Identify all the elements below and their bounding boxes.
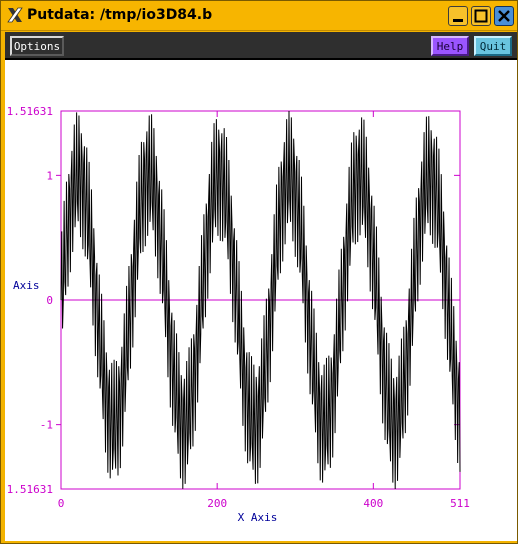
app-window: Putdata: /tmp/io3D84.b Options Help Quit <box>0 0 518 544</box>
title-bar[interactable]: Putdata: /tmp/io3D84.b <box>1 1 517 31</box>
x-tick-label-0: 0 <box>58 497 65 510</box>
close-button[interactable] <box>494 6 514 26</box>
x-tick-label-200: 200 <box>207 497 227 510</box>
close-icon <box>498 10 510 22</box>
x-tick-label-400: 400 <box>363 497 383 510</box>
y-tick-label-min: 1.51631 <box>7 483 53 496</box>
y-tick-label-neg1: -1 <box>40 419 53 432</box>
minimize-button[interactable] <box>448 6 468 26</box>
x-tick-label-511: 511 <box>450 497 470 510</box>
menu-bar: Options Help Quit <box>5 32 517 60</box>
y-tick-label-max: 1.51631 <box>7 105 53 118</box>
x11-icon <box>7 7 23 23</box>
plot-window-content: Options Help Quit 1.51631 1 0 -1 1.51631… <box>5 32 517 541</box>
options-button[interactable]: Options <box>10 36 64 56</box>
minimize-icon <box>453 19 463 22</box>
x-axis-title: X Axis <box>238 511 278 524</box>
y-axis-title: Axis <box>13 279 40 292</box>
quit-button[interactable]: Quit <box>474 36 512 56</box>
help-button[interactable]: Help <box>431 36 469 56</box>
y-tick-label-1: 1 <box>46 169 53 182</box>
window-title: Putdata: /tmp/io3D84.b <box>27 7 213 23</box>
maximize-icon <box>474 9 488 23</box>
y-tick-label-0: 0 <box>46 294 53 307</box>
plot-canvas[interactable]: 1.51631 1 0 -1 1.51631 0 200 400 511 Axi… <box>5 62 517 541</box>
maximize-button[interactable] <box>471 6 491 26</box>
